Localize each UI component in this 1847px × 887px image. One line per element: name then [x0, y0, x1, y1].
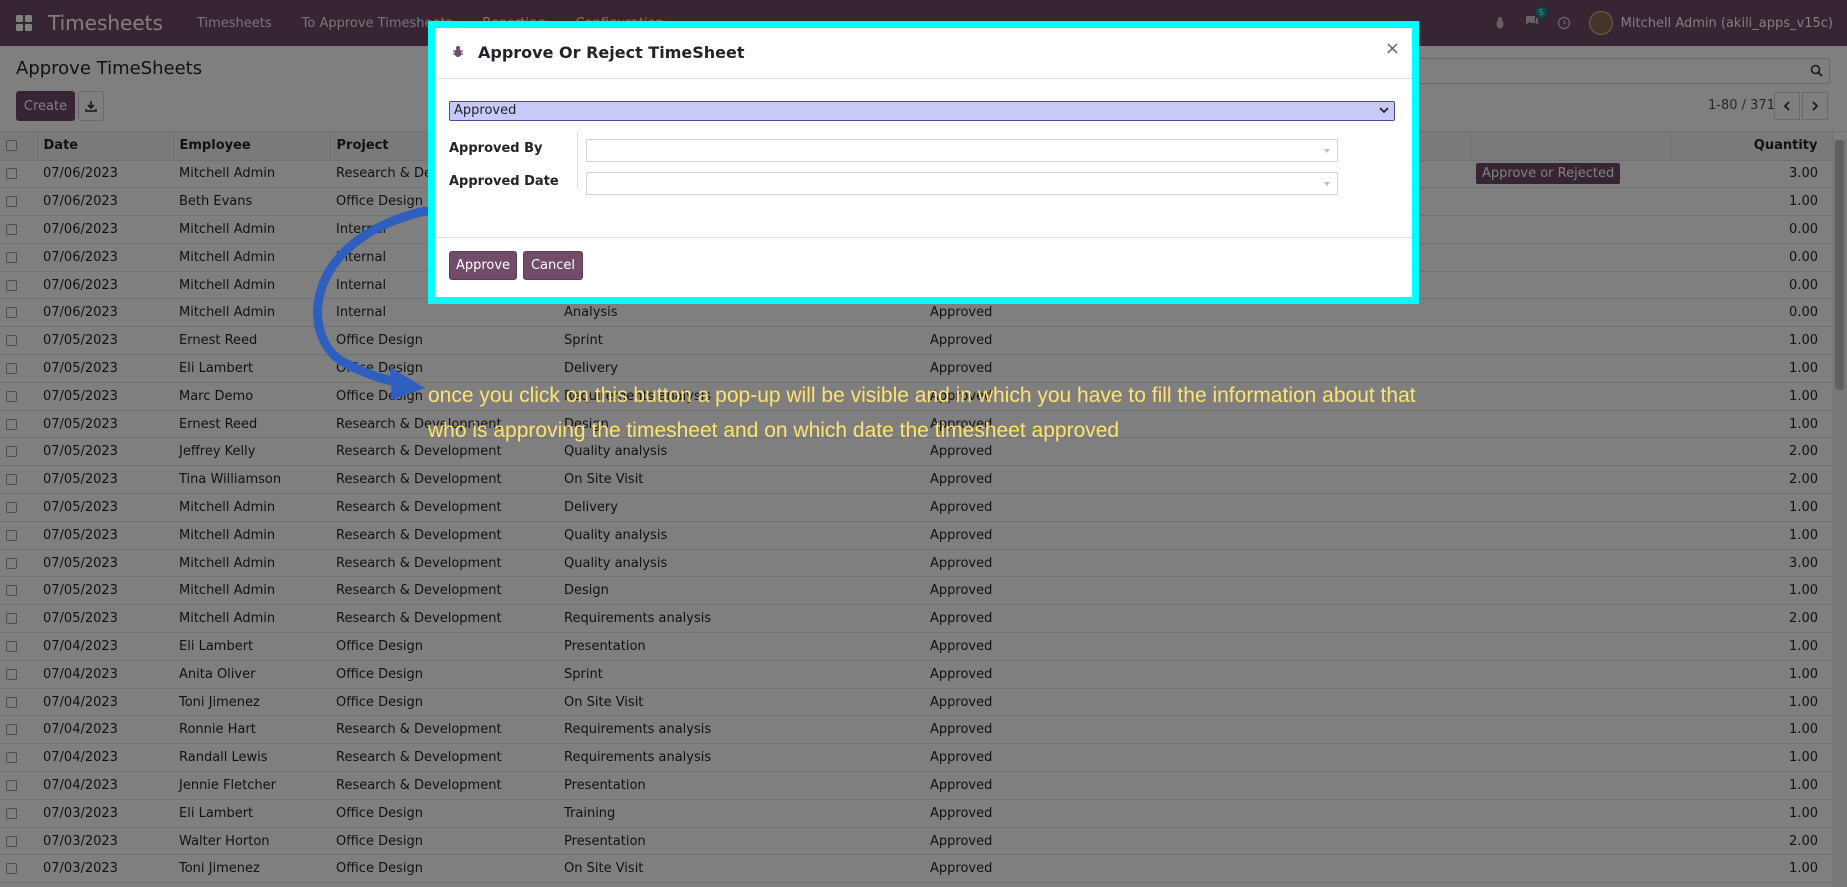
status-select-value: Approved: [454, 103, 517, 118]
dropdown-caret-icon: [1324, 182, 1330, 186]
annotation-line-1: once you click on this button a pop-up w…: [428, 384, 1416, 407]
field-divider: [577, 131, 578, 189]
annotation-line-2: who is approving the timesheet and on wh…: [428, 419, 1120, 442]
status-select[interactable]: Approved: [449, 101, 1395, 121]
tutorial-annotation: once you click on this button a pop-up w…: [428, 378, 1608, 448]
approved-by-label: Approved By: [449, 141, 543, 156]
close-icon[interactable]: ×: [1385, 38, 1400, 59]
dropdown-caret-icon: [1324, 149, 1330, 153]
approved-date-field[interactable]: [586, 172, 1338, 195]
dialog-title: Approve Or Reject TimeSheet: [478, 43, 745, 62]
approve-button[interactable]: Approve: [449, 251, 517, 280]
dialog-body: Approved Approved By Approved Date: [435, 79, 1412, 238]
approved-date-label: Approved Date: [449, 174, 559, 189]
cancel-button[interactable]: Cancel: [523, 251, 583, 280]
bug-icon: [453, 46, 463, 57]
chevron-down-icon: [1379, 107, 1389, 114]
dialog-footer: Approve Cancel: [435, 238, 1412, 298]
approve-reject-dialog: Approve Or Reject TimeSheet × Approved A…: [428, 21, 1419, 304]
approved-by-field[interactable]: [586, 139, 1338, 162]
dialog-header: Approve Or Reject TimeSheet ×: [435, 28, 1412, 79]
